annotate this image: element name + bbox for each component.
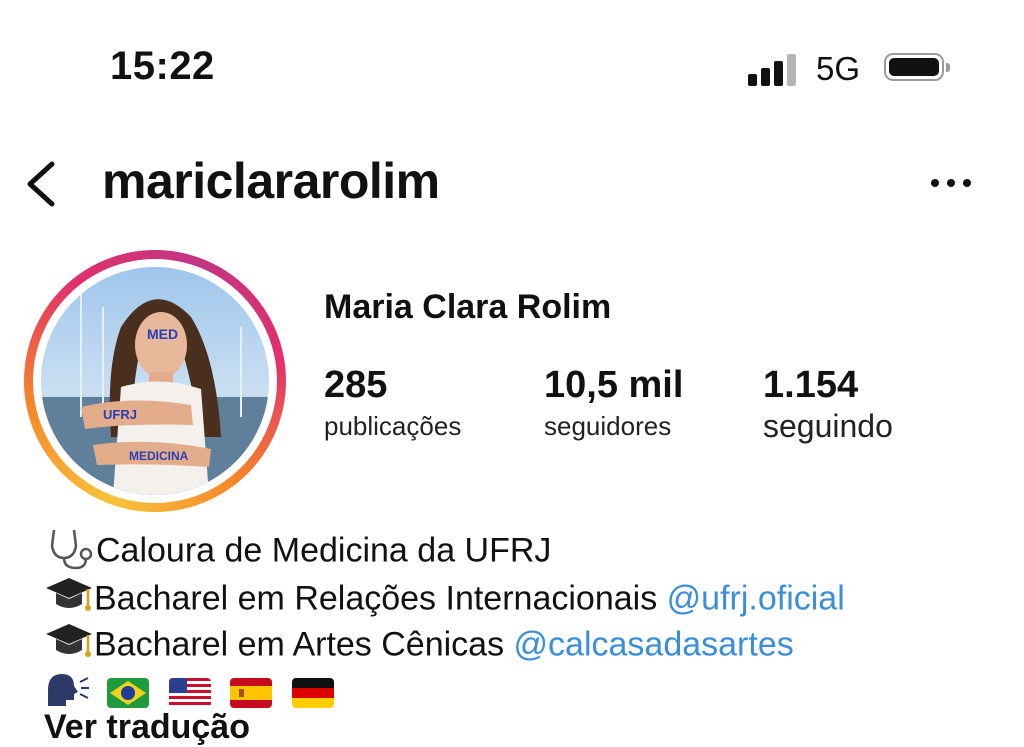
arm-text-bottom: MEDICINA [129, 449, 189, 463]
bio-line-3: Bacharel em Artes Cênicas @calcasadasart… [44, 620, 794, 673]
mention-link-ufrj[interactable]: @ufrj.oficial [667, 579, 845, 617]
usa-flag-icon [168, 677, 211, 708]
posts-count[interactable]: 285 publicações [324, 362, 461, 444]
status-time: 15:22 [110, 44, 215, 88]
cellular-signal-icon [748, 52, 800, 86]
bio-line-1: Caloura de Medicina da UFRJ [44, 526, 551, 579]
more-options-icon[interactable] [928, 168, 974, 198]
bio-text-2: Bacharel em Relações Internacionais [94, 579, 667, 618]
following-label: seguindo [763, 408, 893, 444]
network-type: 5G [816, 50, 861, 87]
mention-link-calcasadasartes[interactable]: @calcasadasartes [514, 625, 794, 663]
display-name: Maria Clara Rolim [324, 288, 612, 326]
followers-label: seguidores [544, 411, 672, 441]
following-value: 1.154 [763, 364, 859, 406]
followers-count[interactable]: 10,5 mil seguidores [544, 362, 683, 444]
forehead-text: MED [147, 326, 178, 342]
back-chevron-icon[interactable] [22, 160, 62, 208]
followers-value: 10,5 mil [544, 364, 684, 406]
following-count[interactable]: 1.154 seguindo [763, 362, 893, 444]
posts-label: publicações [324, 411, 462, 441]
graduation-cap-icon [44, 620, 94, 673]
see-translation-link[interactable]: Ver tradução [44, 708, 250, 747]
stethoscope-icon [44, 526, 96, 579]
posts-value: 285 [324, 364, 388, 406]
arm-text-top: UFRJ [103, 407, 137, 422]
profile-avatar-story-ring[interactable]: MED UFRJ MEDICINA [24, 250, 286, 512]
spain-flag-icon [230, 677, 273, 708]
brazil-flag-icon [107, 677, 150, 708]
battery-icon [884, 53, 950, 81]
avatar: MED UFRJ MEDICINA [41, 267, 269, 495]
germany-flag-icon [291, 677, 334, 708]
bio-text-3: Bacharel em Artes Cênicas [94, 625, 514, 664]
bio-text-1: Caloura de Medicina da UFRJ [96, 531, 552, 570]
profile-username: mariclararolim [102, 153, 440, 209]
